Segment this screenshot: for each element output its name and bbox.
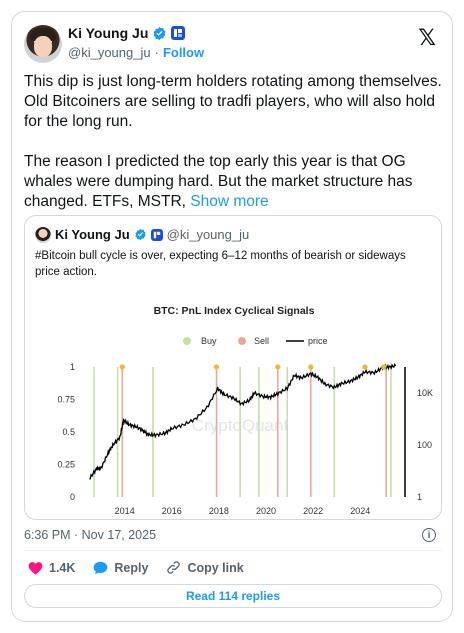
x-tick-label: 2018 [209, 506, 229, 516]
link-icon [167, 561, 181, 574]
chart-title: BTC: PnL Index Cyclical Signals [154, 305, 315, 317]
reply-bubble-icon [94, 561, 108, 574]
signal-dot [213, 364, 220, 370]
legend-sell-swatch [238, 337, 246, 345]
verified-badge-icon [153, 26, 166, 40]
x-logo-icon[interactable]: 𝕏 [418, 26, 436, 51]
signal-dot [381, 364, 387, 370]
separator-dot: · [154, 45, 159, 60]
signal-dot [119, 364, 125, 370]
y-right-tick-label: 1 [417, 492, 422, 502]
y-left-tick-label: 1 [70, 362, 75, 372]
author-name-row: Ki Young Ju [68, 25, 186, 41]
x-tick-label: 2024 [350, 506, 370, 516]
quote-text: #Bitcoin bull cycle is over, expecting 6… [35, 250, 406, 278]
follow-button[interactable]: Follow [163, 45, 204, 60]
affiliate-badge-icon [150, 228, 163, 241]
quote-header: Ki Young Ju @ki_young_ju [55, 227, 249, 242]
x-tick-label: 2016 [162, 506, 182, 516]
y-left-tick-label: 0.5 [62, 427, 75, 437]
tweet-body: This dip is just long-term holders rotat… [24, 72, 444, 232]
tweet-paragraph-1: This dip is just long-term holders rotat… [24, 73, 442, 130]
tweet-paragraph-2: The reason I predicted the top early thi… [24, 152, 444, 212]
quoted-tweet[interactable]: Ki Young Ju @ki_young_ju #Bitcoin bull c… [24, 215, 442, 520]
chart-legend: Buy Sell price [183, 336, 328, 346]
y-right-tick-label: 100 [417, 440, 432, 450]
reply-button[interactable]: Reply [93, 561, 148, 575]
quote-author-name: Ki Young Ju [55, 227, 130, 242]
quote-author-handle: @ki_young_ju [166, 227, 250, 242]
y-left-tick-label: 0.75 [57, 395, 75, 405]
signal-dot [275, 364, 281, 370]
x-tick-label: 2020 [256, 506, 276, 516]
pnl-chart: BTC: PnL Index Cyclical Signals Buy Sell… [57, 305, 433, 516]
read-replies-button[interactable]: Read 114 replies [24, 584, 442, 608]
show-more-link[interactable]: Show more [190, 193, 268, 210]
divider [24, 550, 442, 551]
copy-link-label: Copy link [187, 560, 244, 575]
like-count: 1.4K [49, 560, 76, 575]
legend-buy-label: Buy [201, 336, 217, 346]
action-bar: 1.4K Reply Copy link [28, 560, 244, 575]
x-tick-label: 2022 [303, 506, 323, 516]
copy-link-button[interactable]: Copy link [166, 560, 244, 575]
heart-icon [28, 561, 43, 575]
y-right-tick-label: 10K [417, 388, 433, 398]
like-button[interactable]: 1.4K [28, 561, 75, 575]
signal-dot [362, 364, 368, 370]
y-left-tick-label: 0.25 [57, 460, 75, 470]
handle-row: @ki_young_ju · Follow [68, 45, 204, 60]
author-name[interactable]: Ki Young Ju [68, 25, 148, 41]
x-tick-label: 2014 [115, 506, 135, 516]
y-left-tick-label: 0 [70, 492, 75, 502]
tweet-card: Ki Young Ju @ki_young_ju · Follow 𝕏 This… [11, 11, 453, 622]
tweet-timestamp[interactable]: 6:36 PM · Nov 17, 2025 [24, 528, 156, 542]
legend-price-label: price [308, 336, 328, 346]
reply-label: Reply [114, 560, 149, 575]
legend-sell-label: Sell [254, 336, 269, 346]
author-handle[interactable]: @ki_young_ju [68, 45, 151, 60]
quote-avatar [35, 227, 51, 243]
signal-dot [308, 364, 314, 370]
legend-buy-swatch [183, 337, 191, 345]
affiliate-badge-icon [171, 26, 186, 40]
avatar[interactable] [24, 25, 62, 63]
verified-badge-icon [134, 228, 146, 241]
info-icon[interactable]: i [422, 528, 436, 542]
